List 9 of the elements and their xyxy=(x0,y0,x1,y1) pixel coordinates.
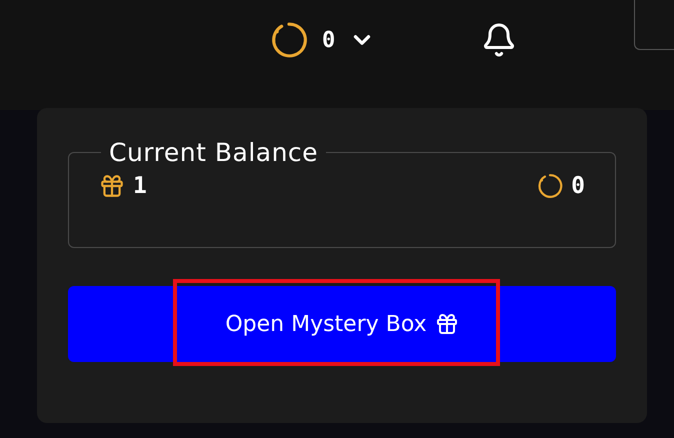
balance-dropdown[interactable]: 0 xyxy=(270,21,376,59)
card-legend: Current Balance xyxy=(101,138,326,167)
ring-icon xyxy=(537,173,564,199)
gift-icon xyxy=(99,173,125,199)
gift-icon xyxy=(434,312,459,336)
ring-icon xyxy=(270,21,308,59)
open-box-button[interactable]: Open Mystery Box xyxy=(68,286,616,362)
balance-amount: 0 xyxy=(571,173,585,199)
box-count: 1 xyxy=(133,173,147,199)
